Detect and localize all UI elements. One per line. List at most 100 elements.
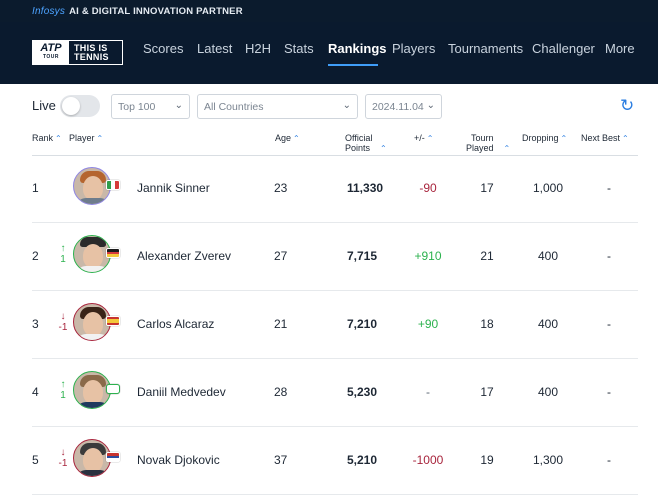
atp-mark: ATP TOUR [33,41,69,64]
points-value: 7,210 [347,317,378,331]
col-dropping-label: Dropping [522,133,559,143]
range-select-value: Top 100 [118,100,156,113]
country-select[interactable]: All Countries ⌄ [197,94,358,119]
rank-value: 2 [32,249,39,263]
player-name[interactable]: Alexander Zverev [137,249,231,263]
nav-tournaments[interactable]: Tournaments [448,41,523,56]
table-row[interactable]: 3 ↓ -1 Carlos Alcaraz 21 7,210 +90 18 40… [32,291,638,359]
serbia-flag-icon [106,452,120,462]
col-rank[interactable]: Rank ⌃ [32,133,62,144]
chevron-down-icon: ⌄ [342,100,351,111]
arrow-down-icon: ↓ [60,447,66,458]
played-value: 17 [480,181,494,195]
partner-text: AI & DIGITAL INNOVATION PARTNER [69,5,243,17]
nav-players[interactable]: Players [392,41,435,56]
sort-icon: ⌃ [503,144,511,153]
nav-active-indicator [328,64,378,66]
sort-icon: ⌃ [96,134,104,143]
avatar-shirt [76,198,110,204]
arrow-up-icon: ↑ [60,379,66,390]
col-player-label: Player [69,133,95,143]
avatar-face [83,244,103,268]
rank-move-value: 1 [60,254,66,265]
player-name[interactable]: Carlos Alcaraz [137,317,214,331]
table-row[interactable]: 5 ↓ -1 Novak Djokovic 37 5,210 -1000 19 … [32,427,638,495]
age-value: 37 [274,453,288,467]
rank-move: ↑ 1 [56,243,70,265]
col-player[interactable]: Player ⌃ [69,133,103,144]
atp-tour-text: TOUR [42,53,60,60]
main-nav: ATP TOUR THIS IS TENNIS Scores Latest H2… [0,22,658,84]
next-best-value: - [607,453,611,467]
table-row[interactable]: 2 ↑ 1 Alexander Zverev 27 7,715 +910 21 … [32,223,638,291]
change-value: -90 [419,181,437,195]
played-value: 19 [480,453,494,467]
nav-h2h[interactable]: H2H [245,41,271,56]
avatar-face [83,448,103,472]
avatar-face [83,176,103,200]
atp-tour-logo[interactable]: ATP TOUR THIS IS TENNIS [32,40,123,65]
country-select-value: All Countries [204,100,264,113]
dropping-value: 400 [537,249,559,263]
col-change[interactable]: +/- ⌃ [414,133,433,144]
dropping-value: 400 [537,317,559,331]
col-next-best[interactable]: Next Best ⌃ [581,133,629,144]
col-age[interactable]: Age ⌃ [275,133,300,144]
table-row[interactable]: 1 Jannik Sinner 23 11,330 -90 17 1,000 - [32,155,638,223]
germany-flag-icon [106,248,120,258]
col-rank-label: Rank [32,133,54,143]
range-select[interactable]: Top 100 ⌄ [111,94,190,119]
change-value: - [426,385,430,399]
change-value: -1000 [412,453,444,467]
dropping-value: 1,000 [532,181,564,195]
col-points-label-1: Official [345,133,373,143]
sort-icon: ⌃ [293,134,300,143]
live-toggle[interactable] [60,95,100,117]
played-value: 17 [480,385,494,399]
avatar-shirt [76,470,110,476]
arrow-down-icon: ↓ [60,311,66,322]
player-name[interactable]: Daniil Medvedev [137,385,226,399]
age-value: 23 [274,181,288,195]
table-row[interactable]: 4 ↑ 1 Daniil Medvedev 28 5,230 - 17 400 … [32,359,638,427]
age-value: 28 [274,385,288,399]
nav-scores[interactable]: Scores [143,41,183,56]
avatar-face [83,312,103,336]
date-select[interactable]: 2024.11.04 ⌄ [365,94,442,119]
avatar-shirt [76,402,110,408]
nav-latest[interactable]: Latest [197,41,232,56]
col-dropping[interactable]: Dropping ⌃ [522,133,567,144]
logo-slogan: THIS IS TENNIS [69,41,122,64]
nav-more[interactable]: More [605,41,635,56]
rank-move-value: 1 [60,390,66,401]
logo-slogan-line2: TENNIS [74,51,109,62]
player-name[interactable]: Novak Djokovic [137,453,220,467]
nav-stats[interactable]: Stats [284,41,314,56]
col-age-label: Age [275,133,292,143]
col-points-label-2: Points [345,143,371,153]
player-name[interactable]: Jannik Sinner [137,181,210,195]
atp-mark-text: ATP [40,41,62,54]
sort-icon: ⌃ [622,134,629,143]
played-value: 21 [480,249,494,263]
col-played-label-2: Played [466,143,494,153]
points-value: 5,230 [347,385,378,399]
change-value: +90 [417,317,439,331]
nav-rankings[interactable]: Rankings [328,41,387,56]
refresh-icon[interactable]: ↻ [620,96,634,116]
col-points[interactable]: Official Points ⌃ [345,133,387,154]
points-value: 5,210 [347,453,378,467]
change-value: +910 [414,249,442,263]
neutral-flag-icon [106,384,120,394]
col-change-label: +/- [414,133,425,143]
next-best-value: - [607,249,611,263]
live-label: Live [32,98,56,113]
chevron-down-icon: ⌄ [426,100,435,111]
next-best-value: - [607,181,611,195]
rank-move: ↓ -1 [56,311,70,333]
dropping-value: 400 [537,385,559,399]
col-next-best-label: Next Best [581,133,621,143]
nav-challenger[interactable]: Challenger [532,41,595,56]
col-played[interactable]: Tourn Played ⌃ [466,133,510,154]
sort-icon: ⌃ [55,134,62,143]
